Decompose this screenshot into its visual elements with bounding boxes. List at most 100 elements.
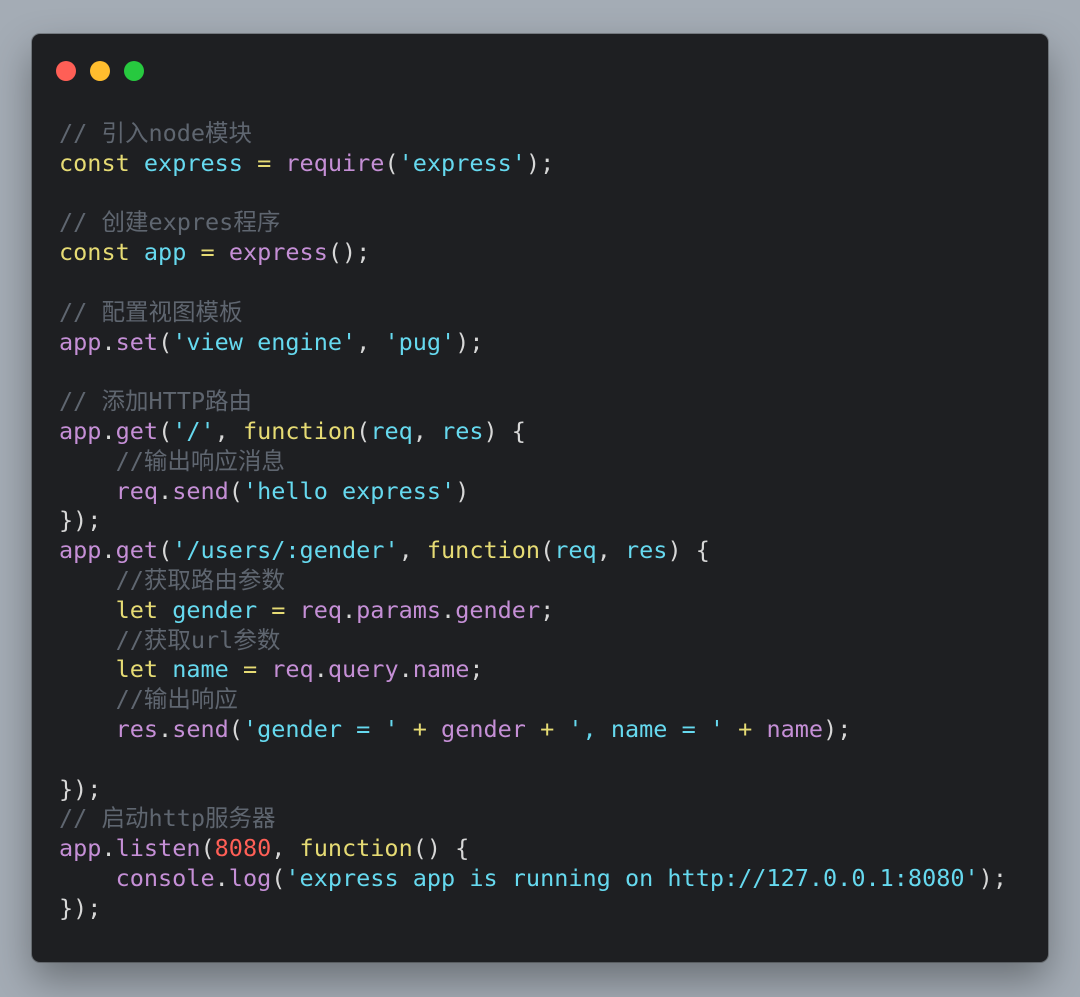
code-token: // 创建expres程序 <box>59 208 281 237</box>
code-token: , <box>356 327 385 356</box>
code-token: gender <box>172 595 258 624</box>
code-token: //获取路由参数 <box>59 565 285 594</box>
code-token: . <box>342 595 357 624</box>
code-token: }); <box>59 774 102 803</box>
code-token: name <box>172 655 229 684</box>
code-token: ( <box>356 416 371 445</box>
code-token: ( <box>228 714 243 743</box>
code-token: . <box>101 327 116 356</box>
code-token: //输出响应消息 <box>59 446 285 475</box>
close-dot-icon[interactable] <box>56 61 76 81</box>
code-token: app <box>59 327 102 356</box>
code-token: ); <box>978 863 1007 892</box>
code-token: res <box>115 714 159 743</box>
code-token: ) <box>455 476 470 505</box>
maximize-dot-icon[interactable] <box>124 61 144 81</box>
code-token: ( <box>158 327 173 356</box>
code-token: . <box>398 655 413 684</box>
code-line: res.send('gender = ' + gender + ', name … <box>59 715 1007 745</box>
code-line: // 引入node模块 <box>59 119 1007 149</box>
code-line: }); <box>59 775 1007 805</box>
code-token: ( <box>158 536 173 565</box>
code-line: // 创建expres程序 <box>59 208 1007 238</box>
code-token: , <box>271 834 300 863</box>
minimize-dot-icon[interactable] <box>90 61 110 81</box>
code-token: function <box>426 536 541 565</box>
code-token: gender <box>441 714 526 743</box>
code-token: params <box>356 595 442 624</box>
code-token: let <box>115 655 159 684</box>
code-token: gender <box>455 595 541 624</box>
code-token: , <box>398 536 427 565</box>
code-window: // 引入node模块 const express = require('expr… <box>32 34 1048 962</box>
code-token: ( <box>540 536 555 565</box>
code-line: // 配置视图模板 <box>59 298 1007 328</box>
code-token: 'express app is running on http://127.0.… <box>285 863 979 892</box>
code-token: console <box>115 863 215 892</box>
code-token: ); <box>455 327 484 356</box>
code-token: 'hello express' <box>242 476 456 505</box>
code-token: , <box>412 416 442 445</box>
code-line: }); <box>59 894 1007 924</box>
code-token: ); <box>823 714 852 743</box>
code-token: (); <box>327 238 371 267</box>
code-line: app.set('view engine', 'pug'); <box>59 328 1007 358</box>
window-controls <box>56 61 144 81</box>
code-token: = <box>228 655 272 684</box>
code-token: . <box>101 834 116 863</box>
code-token: // 启动http服务器 <box>59 804 276 833</box>
code-token: + <box>525 714 569 743</box>
code-block: // 引入node模块 const express = require('expr… <box>59 119 1007 924</box>
code-token: req <box>299 595 342 624</box>
code-token: 'express' <box>398 148 526 177</box>
code-token: ; <box>540 595 555 624</box>
code-token: = <box>242 148 286 177</box>
code-line: const express = require('express'); <box>59 149 1007 179</box>
code-line: app.get('/users/:gender', function(req, … <box>59 536 1007 566</box>
code-token: '/' <box>172 416 215 445</box>
code-token: app <box>59 536 102 565</box>
code-token: + <box>398 714 442 743</box>
code-token: ); <box>525 148 555 177</box>
code-token: // 添加HTTP路由 <box>59 387 253 416</box>
code-token: req <box>554 536 597 565</box>
code-token: res <box>624 536 668 565</box>
code-token: + <box>724 714 767 743</box>
code-token: app <box>143 238 187 267</box>
code-token: () { <box>412 834 470 863</box>
code-line: app.get('/', function(req, res) { <box>59 417 1007 447</box>
code-token: = <box>186 238 229 267</box>
code-token: . <box>214 863 229 892</box>
code-token: app <box>59 834 102 863</box>
code-line: // 添加HTTP路由 <box>59 387 1007 417</box>
code-token: function <box>242 416 357 445</box>
code-token: 8080 <box>214 834 272 863</box>
code-token: res <box>441 416 484 445</box>
code-token: listen <box>115 834 201 863</box>
code-token: name <box>412 655 470 684</box>
code-token: = <box>257 595 300 624</box>
code-token: ', name = ' <box>568 714 725 743</box>
code-token: const <box>59 148 130 177</box>
code-token: ) { <box>667 536 710 565</box>
code-token: ( <box>158 416 173 445</box>
code-token: ( <box>200 834 215 863</box>
code-token: . <box>158 714 173 743</box>
code-token: get <box>115 416 159 445</box>
code-token: ( <box>271 863 286 892</box>
code-token: express <box>228 238 328 267</box>
code-token: query <box>327 655 399 684</box>
code-token: . <box>441 595 456 624</box>
code-token: set <box>115 327 159 356</box>
code-token: //输出响应 <box>59 685 238 714</box>
